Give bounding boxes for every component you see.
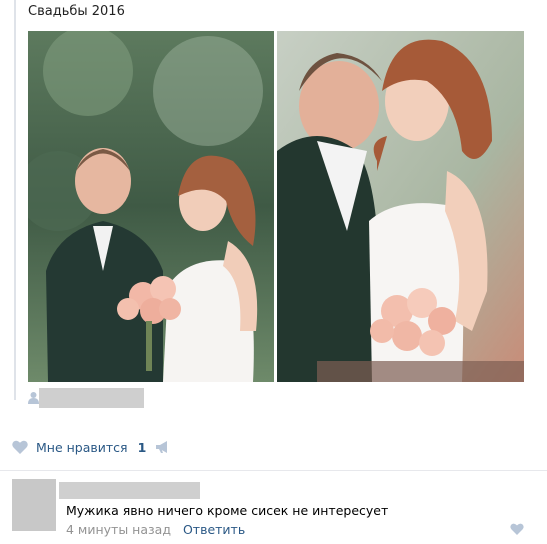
reply-button[interactable]: Ответить [183,522,245,537]
wedding-photo-right-image [277,31,524,382]
comment-text: Мужика явно ничего кроме сисек не интере… [66,503,389,518]
megaphone-icon[interactable] [155,440,171,454]
comment: Мужика явно ничего кроме сисек не интере… [0,471,547,544]
author-name-redacted[interactable] [39,388,144,408]
photo-1[interactable] [28,31,274,382]
comment-time[interactable]: 4 минуты назад [66,522,171,537]
heart-icon [12,440,28,454]
comment-heart-icon[interactable] [510,523,524,535]
like-label: Мне нравится [36,439,128,455]
album-title[interactable]: Свадьбы 2016 [28,4,125,19]
photo-author-row [28,388,228,410]
repost-indicator-bar [14,0,16,400]
comment-author-redacted[interactable] [59,482,200,499]
like-count: 1 [137,439,147,455]
photo-grid [28,31,524,382]
user-icon [28,392,39,404]
photo-2[interactable] [277,31,524,382]
wall-post: Свадьбы 2016 Мне нравится 1 [0,0,547,470]
wedding-photo-left-image [28,31,274,382]
like-button[interactable]: Мне нравится 1 [12,436,146,458]
comment-meta: 4 минуты назад Ответить [66,522,245,537]
avatar[interactable] [12,479,56,531]
post-actions: Мне нравится 1 [12,436,212,458]
